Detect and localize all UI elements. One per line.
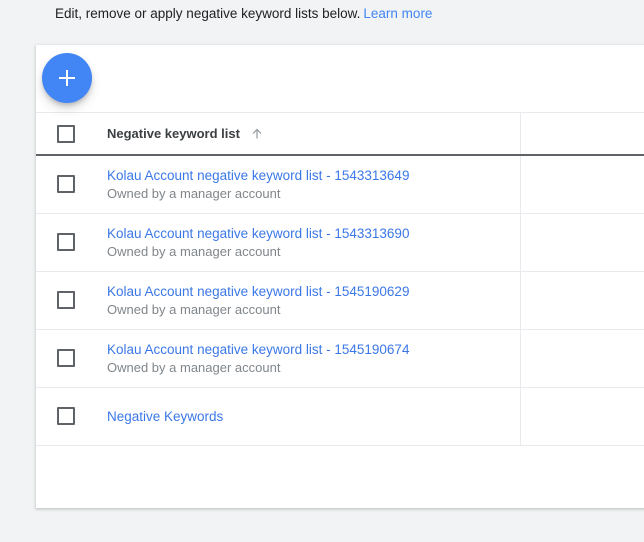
table-header-row: Negative keyword list [36,112,644,156]
row-select-cell [36,271,86,330]
page-intro: Edit, remove or apply negative keyword l… [55,5,432,23]
row-extra-cell [519,387,644,446]
row-subtitle: Owned by a manager account [107,360,281,375]
table-row[interactable]: Kolau Account negative keyword list - 15… [36,213,644,272]
row-select-cell [36,155,86,214]
add-negative-keyword-list-button[interactable] [42,53,92,103]
table-header: Negative keyword list [36,112,644,156]
row-extra-cell [519,213,644,272]
row-extra-cell [519,329,644,388]
row-name-cell: Kolau Account negative keyword list - 15… [86,213,520,272]
negative-keyword-list-link[interactable]: Negative Keywords [107,407,520,426]
row-name-cell: Kolau Account negative keyword list - 15… [86,271,520,330]
table-row[interactable]: Kolau Account negative keyword list - 15… [36,155,644,214]
row-checkbox[interactable] [57,175,75,194]
row-checkbox[interactable] [57,349,75,368]
negative-keyword-list-link[interactable]: Kolau Account negative keyword list - 15… [107,340,520,359]
row-extra-cell [519,271,644,330]
learn-more-link[interactable]: Learn more [363,6,432,21]
row-select-cell [36,329,86,388]
table-row[interactable]: Negative Keywords [36,387,644,446]
intro-text: Edit, remove or apply negative keyword l… [55,6,361,21]
table-row[interactable]: Kolau Account negative keyword list - 15… [36,271,644,330]
plus-icon [56,67,78,89]
row-subtitle: Owned by a manager account [107,186,281,201]
row-subtitle: Owned by a manager account [107,302,281,317]
table-footer-space [36,446,644,502]
row-name-cell: Negative Keywords [86,387,520,446]
row-checkbox[interactable] [57,407,75,426]
row-subtitle: Owned by a manager account [107,244,281,259]
arrow-up-icon[interactable] [250,127,264,141]
column-header-name[interactable]: Negative keyword list [86,112,520,156]
select-all-checkbox[interactable] [57,124,75,143]
row-name-cell: Kolau Account negative keyword list - 15… [86,329,520,388]
negative-keyword-list-link[interactable]: Kolau Account negative keyword list - 15… [107,282,520,301]
table-body: Kolau Account negative keyword list - 15… [36,155,644,446]
negative-keyword-list-link[interactable]: Kolau Account negative keyword list - 15… [107,224,520,243]
row-extra-cell [519,155,644,214]
table-row[interactable]: Kolau Account negative keyword list - 15… [36,329,644,388]
row-select-cell [36,213,86,272]
row-checkbox[interactable] [57,291,75,310]
negative-keyword-lists-table: Negative keyword list Kolau Account nega… [36,112,644,446]
row-name-cell: Kolau Account negative keyword list - 15… [86,155,520,214]
table-toolbar [36,45,644,112]
negative-keyword-lists-card: Negative keyword list Kolau Account nega… [36,45,644,508]
row-checkbox[interactable] [57,233,75,252]
select-all-header-cell [36,112,86,156]
row-select-cell [36,387,86,446]
column-header-extra [519,112,644,156]
column-header-name-label: Negative keyword list [107,126,240,141]
negative-keyword-list-link[interactable]: Kolau Account negative keyword list - 15… [107,166,520,185]
